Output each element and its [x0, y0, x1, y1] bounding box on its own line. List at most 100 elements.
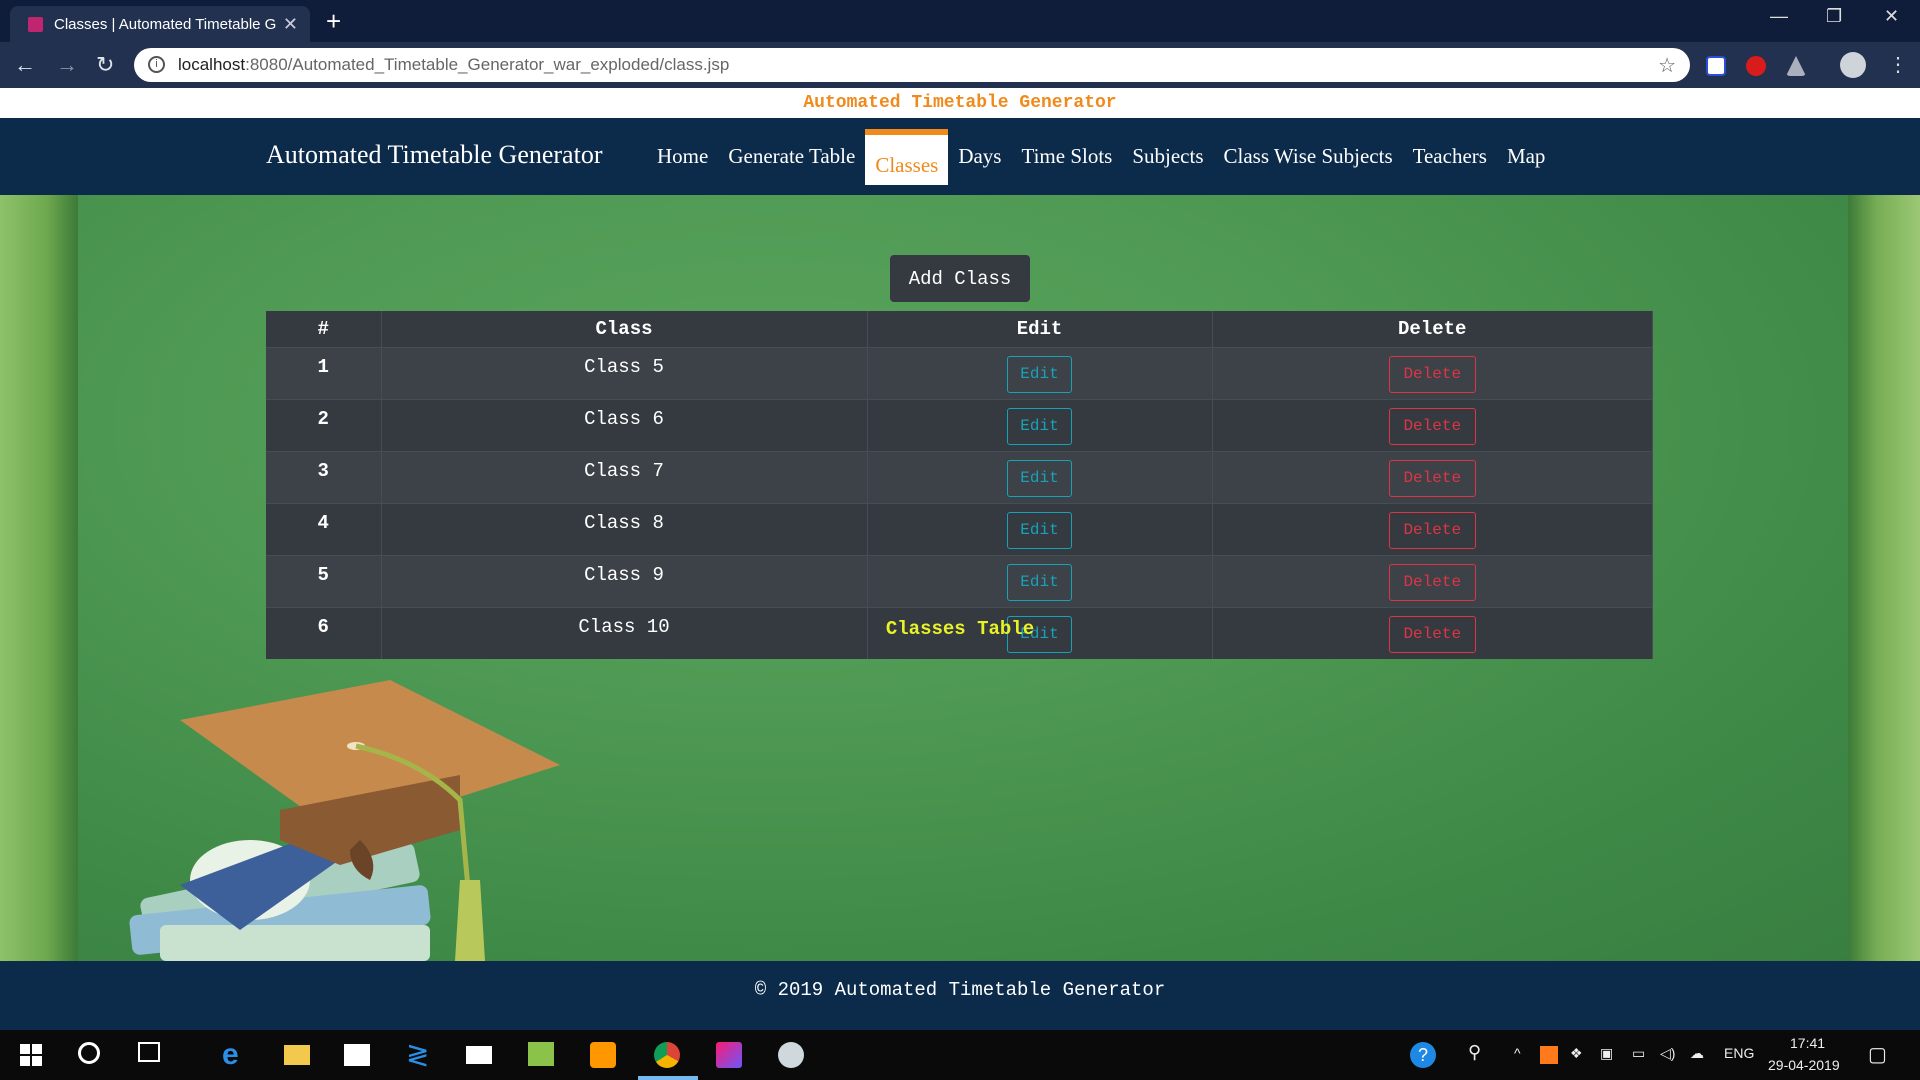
board-frame-left: [0, 195, 78, 961]
table-caption: Classes Table: [885, 618, 1035, 640]
edge-icon[interactable]: e: [222, 1038, 248, 1071]
show-hidden-icons[interactable]: ^: [1514, 1045, 1521, 1061]
class-name: Class 6: [381, 398, 868, 451]
nav-home[interactable]: Home: [647, 118, 718, 195]
footer-text: 2019 Automated Timetable Generator: [777, 979, 1166, 1001]
sublime-icon[interactable]: [590, 1042, 616, 1068]
extension-icon[interactable]: [1706, 56, 1726, 76]
add-class-button[interactable]: Add Class: [890, 255, 1030, 302]
table-row: 3 Class 7 Edit Delete: [266, 450, 1653, 503]
minimize-icon[interactable]: —: [1770, 6, 1788, 27]
nav-classes[interactable]: Classes: [865, 129, 949, 185]
active-app-indicator: [638, 1076, 698, 1080]
board-frame-right: [1848, 195, 1920, 961]
classes-table: # Class Edit Delete 1 Class 5 Edit Delet…: [266, 311, 1653, 659]
site-info-icon[interactable]: i: [148, 56, 165, 73]
paint-app-icon[interactable]: [778, 1042, 804, 1068]
class-name: Class 8: [381, 502, 868, 555]
paint-icon[interactable]: [528, 1042, 554, 1066]
nav-class-wise-subjects[interactable]: Class Wise Subjects: [1214, 118, 1403, 195]
delete-button[interactable]: Delete: [1388, 563, 1476, 601]
table-row: 4 Class 8 Edit Delete: [266, 502, 1653, 555]
edit-button[interactable]: Edit: [1007, 563, 1072, 601]
chrome-icon[interactable]: [654, 1042, 680, 1068]
file-explorer-icon[interactable]: [284, 1045, 310, 1065]
new-tab-icon[interactable]: +: [326, 6, 341, 37]
browser-tabstrip: Classes | Automated Timetable G ✕ + — ❐ …: [0, 0, 1920, 42]
table-row: 2 Class 6 Edit Delete: [266, 398, 1653, 451]
browser-toolbar: ← → ↻ i localhost:8080/Automated_Timetab…: [0, 42, 1920, 88]
vs-code-icon[interactable]: ≷: [406, 1038, 432, 1070]
delete-button[interactable]: Delete: [1388, 407, 1476, 445]
nav-days[interactable]: Days: [948, 118, 1011, 195]
help-icon[interactable]: ?: [1410, 1042, 1436, 1068]
clock-time[interactable]: 17:41: [1790, 1035, 1825, 1051]
tray-app-icon[interactable]: [1540, 1046, 1558, 1064]
copyright-icon: ©: [754, 979, 767, 1001]
onedrive-icon[interactable]: ☁: [1690, 1045, 1704, 1062]
people-icon[interactable]: ⚲: [1468, 1042, 1481, 1063]
top-banner: Automated Timetable Generator: [0, 88, 1920, 118]
class-name: Class 9: [381, 554, 868, 607]
edit-button[interactable]: Edit: [1007, 407, 1072, 445]
header-number: #: [266, 311, 382, 348]
notifications-icon[interactable]: ▢: [1868, 1042, 1887, 1067]
forward-icon[interactable]: →: [56, 52, 78, 78]
display-icon[interactable]: ▭: [1632, 1045, 1645, 1062]
calendar-icon: [28, 17, 43, 32]
profile-avatar[interactable]: [1840, 52, 1866, 78]
row-number: 5: [266, 554, 382, 607]
restore-icon[interactable]: ❐: [1826, 6, 1842, 27]
language-indicator[interactable]: ENG: [1724, 1045, 1754, 1061]
reload-icon[interactable]: ↻: [96, 52, 114, 78]
mail-icon[interactable]: [466, 1046, 492, 1064]
windows-start-icon[interactable]: [18, 1042, 44, 1068]
class-name: Class 7: [381, 450, 868, 503]
footer: © 2019 Automated Timetable Generator: [0, 961, 1920, 1030]
edit-button[interactable]: Edit: [1007, 459, 1072, 497]
class-name: Class 5: [381, 346, 868, 399]
nav-subjects[interactable]: Subjects: [1122, 118, 1213, 195]
cortana-icon[interactable]: [78, 1042, 100, 1064]
table-row: 5 Class 9 Edit Delete: [266, 554, 1653, 607]
delete-button[interactable]: Delete: [1388, 355, 1476, 393]
header-edit: Edit: [867, 311, 1213, 348]
back-icon[interactable]: ←: [14, 52, 36, 78]
header-class: Class: [381, 311, 868, 348]
row-number: 3: [266, 450, 382, 503]
intellij-icon[interactable]: [716, 1042, 742, 1068]
delete-button[interactable]: Delete: [1388, 459, 1476, 497]
close-tab-icon[interactable]: ✕: [283, 14, 298, 35]
adblock-icon[interactable]: [1746, 56, 1766, 76]
bookmark-star-icon[interactable]: ☆: [1658, 53, 1676, 78]
nav-generate-table[interactable]: Generate Table: [718, 118, 865, 195]
nav-time-slots[interactable]: Time Slots: [1011, 118, 1122, 195]
row-number: 2: [266, 398, 382, 451]
url-path: :8080/Automated_Timetable_Generator_war_…: [245, 55, 730, 74]
edit-button[interactable]: Edit: [1007, 511, 1072, 549]
url-host: localhost: [178, 55, 246, 74]
nav-map[interactable]: Map: [1497, 118, 1556, 195]
network-icon[interactable]: ▣: [1600, 1045, 1613, 1062]
windows-taskbar: e ≷ ? ⚲ ^ ❖ ▣ ▭ ◁) ☁ ENG 17:41 29-04-201…: [0, 1030, 1920, 1080]
clock-date[interactable]: 29-04-2019: [1768, 1057, 1840, 1073]
address-bar[interactable]: i localhost:8080/Automated_Timetable_Gen…: [134, 48, 1690, 82]
drive-icon[interactable]: [1786, 56, 1806, 76]
menu-icon[interactable]: ⋮: [1888, 52, 1908, 77]
navbar: Automated Timetable Generator Home Gener…: [0, 118, 1920, 195]
delete-button[interactable]: Delete: [1388, 511, 1476, 549]
nav-teachers[interactable]: Teachers: [1403, 118, 1497, 195]
edit-button[interactable]: Edit: [1007, 355, 1072, 393]
brand-link[interactable]: Automated Timetable Generator: [266, 140, 602, 170]
row-number: 4: [266, 502, 382, 555]
task-view-icon[interactable]: [138, 1042, 160, 1062]
table-row: 1 Class 5 Edit Delete: [266, 346, 1653, 399]
web-page: Automated Timetable Generator Automated …: [0, 88, 1920, 1030]
header-delete: Delete: [1212, 311, 1653, 348]
browser-tab[interactable]: Classes | Automated Timetable G ✕: [10, 6, 310, 42]
volume-icon[interactable]: ◁): [1660, 1045, 1675, 1062]
close-window-icon[interactable]: ✕: [1884, 6, 1899, 27]
nav-links: Home Generate Table Classes Days Time Sl…: [647, 118, 1555, 195]
store-icon[interactable]: [344, 1044, 370, 1066]
dropbox-icon[interactable]: ❖: [1570, 1045, 1583, 1062]
